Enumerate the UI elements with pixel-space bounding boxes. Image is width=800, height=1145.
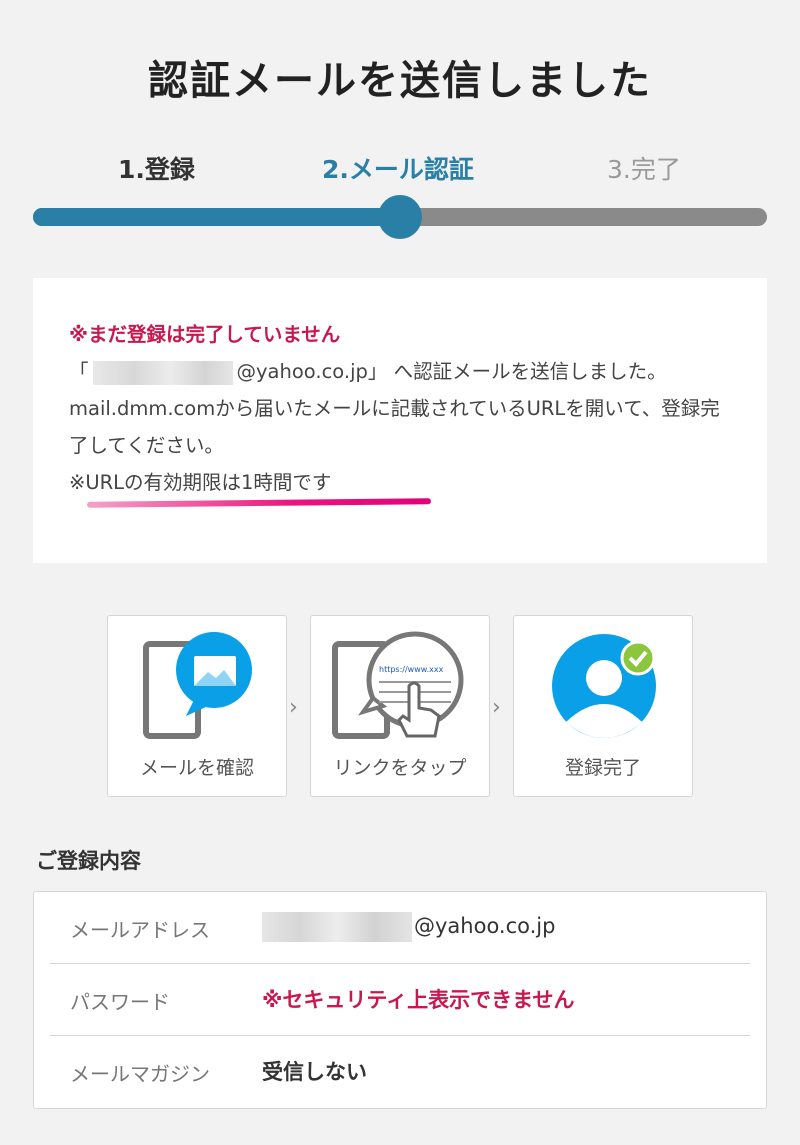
howto-card-complete: 登録完了 bbox=[513, 615, 693, 797]
table-row: パスワード ※セキュリティ上表示できません bbox=[50, 964, 750, 1036]
step-indicator: 1.登録 2.メール認証 3.完了 bbox=[0, 150, 800, 190]
howto-card-tap-link: https://www.xxx リンクをタップ bbox=[310, 615, 490, 797]
row-key-password: パスワード bbox=[70, 990, 170, 1014]
row-value-email-wrap: @yahoo.co.jp bbox=[262, 912, 555, 942]
masked-email bbox=[262, 912, 412, 942]
chevron-right-icon: › bbox=[289, 695, 298, 720]
phone-mail-icon bbox=[143, 632, 252, 739]
highlight-underline bbox=[86, 498, 432, 508]
step-mail-verification: 2.メール認証 bbox=[322, 155, 474, 184]
row-value-password: ※セキュリティ上表示できません bbox=[262, 988, 575, 1012]
page-title: 認証メールを送信しました bbox=[148, 58, 652, 104]
chevron-right-icon: › bbox=[492, 695, 501, 720]
card-label-complete: 登録完了 bbox=[564, 757, 641, 779]
sent-message-prefix: 「 bbox=[69, 360, 89, 383]
row-value-newsletter: 受信しない bbox=[262, 1060, 367, 1084]
table-row: メールアドレス @yahoo.co.jp bbox=[50, 892, 750, 964]
user-check-icon bbox=[552, 634, 656, 738]
card-label-tap-link: リンクをタップ bbox=[333, 757, 467, 779]
table-row: メールマガジン 受信しない bbox=[50, 1036, 750, 1108]
phone-tap-link-icon: https://www.xxx bbox=[332, 631, 464, 739]
howto-card-check-mail: メールを確認 bbox=[107, 615, 287, 797]
row-key-newsletter: メールマガジン bbox=[70, 1062, 210, 1086]
step-register: 1.登録 bbox=[118, 155, 195, 184]
not-complete-warning: ※まだ登録は完了していません bbox=[69, 323, 341, 346]
row-value-email: @yahoo.co.jp bbox=[414, 914, 556, 938]
masked-email bbox=[92, 360, 233, 385]
row-key-email: メールアドレス bbox=[70, 918, 210, 942]
expiry-note: ※URLの有効期限は1時間です bbox=[69, 471, 332, 494]
howto-steps: メールを確認 › https://www.xxx リンクをタップ › 登録完了 bbox=[0, 615, 800, 797]
instruction-text: mail.dmm.comから届いたメールに記載されているURLを開いて、登録完了… bbox=[69, 397, 720, 457]
step-complete: 3.完了 bbox=[607, 155, 681, 184]
expiry-note-wrap: ※URLの有効期限は1時間です bbox=[69, 464, 432, 508]
progress-knob bbox=[378, 195, 422, 239]
sent-message: @yahoo.co.jp」 へ認証メールを送信しました。 bbox=[236, 360, 667, 383]
progress-bar bbox=[33, 195, 767, 239]
registration-section-title: ご登録内容 bbox=[36, 849, 141, 873]
progress-fill bbox=[33, 208, 400, 226]
svg-text:https://www.xxx: https://www.xxx bbox=[379, 665, 444, 674]
registration-table: メールアドレス @yahoo.co.jp パスワード ※セキュリティ上表示できま… bbox=[33, 891, 767, 1109]
notice-box: ※まだ登録は完了していません 「 @yahoo.co.jp」 へ認証メールを送信し… bbox=[33, 278, 767, 563]
card-label-check-mail: メールを確認 bbox=[139, 757, 254, 779]
